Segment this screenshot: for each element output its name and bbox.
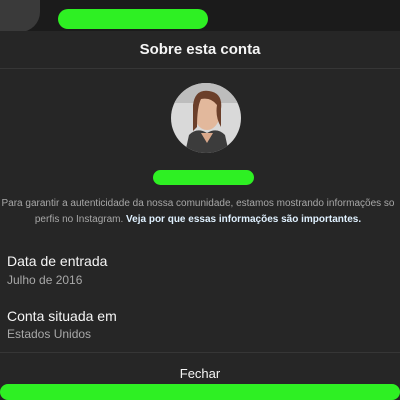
notice-line-2-text: perfis no Instagram. <box>34 214 127 225</box>
redacted-username <box>153 170 254 185</box>
account-location-label: Conta situada em <box>7 308 117 324</box>
profile-photo <box>171 83 241 153</box>
join-date-label: Data de entrada <box>7 253 108 269</box>
modal-header: Sobre esta conta <box>0 31 400 69</box>
about-account-modal: Sobre esta conta Para garantir a autenti… <box>0 31 400 400</box>
modal-title: Sobre esta conta <box>139 41 261 58</box>
account-location-value: Estados Unidos <box>7 327 92 341</box>
notice-line-1: Para garantir a autenticidade da nossa c… <box>1 198 395 209</box>
authenticity-notice: Para garantir a autenticidade da nossa c… <box>0 196 400 228</box>
notice-line-2: perfis no Instagram. Veja por que essas … <box>0 212 400 228</box>
profile-avatar <box>171 83 241 153</box>
redacted-bottom-bar <box>0 384 400 400</box>
join-date-value: Julho de 2016 <box>7 273 83 287</box>
redacted-username-top <box>58 9 208 29</box>
why-important-link[interactable]: Veja por que essas informações são impor… <box>126 214 361 225</box>
